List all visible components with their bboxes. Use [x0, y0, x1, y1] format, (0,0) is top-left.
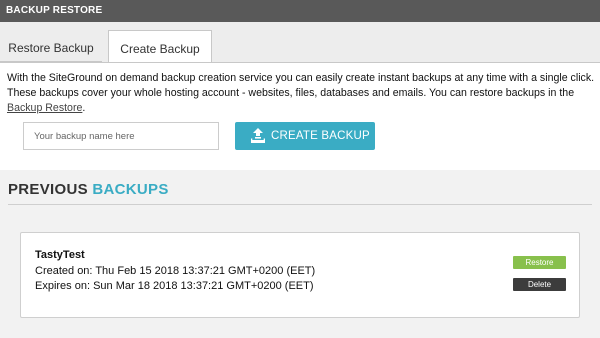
window-title: BACKUP RESTORE	[6, 5, 103, 16]
backup-restore-link[interactable]: Backup Restore	[7, 102, 82, 114]
tab-bar: Restore Backup Create Backup	[0, 22, 600, 63]
delete-button[interactable]: Delete	[513, 278, 566, 291]
tab-label: Restore Backup	[8, 41, 94, 55]
previous-backups-heading: PREVIOUS BACKUPS	[8, 181, 169, 198]
tab-restore-backup[interactable]: Restore Backup	[0, 30, 102, 62]
create-backup-label: CREATE BACKUP	[271, 130, 370, 142]
upload-icon	[251, 128, 265, 143]
section-divider	[8, 204, 592, 205]
backup-expiry-date: Expires on: Sun Mar 18 2018 13:37:21 GMT…	[35, 280, 314, 292]
description-text: With the SiteGround on demand backup cre…	[7, 72, 595, 99]
backup-created-date: Created on: Thu Feb 15 2018 13:37:21 GMT…	[35, 265, 316, 277]
backup-list-item: TastyTest Created on: Thu Feb 15 2018 13…	[20, 232, 580, 318]
create-backup-button[interactable]: CREATE BACKUP	[235, 122, 375, 150]
create-backup-panel: With the SiteGround on demand backup cre…	[0, 62, 600, 170]
backup-name: TastyTest	[35, 249, 85, 261]
tab-create-backup[interactable]: Create Backup	[108, 30, 212, 63]
restore-button[interactable]: Restore	[513, 256, 566, 269]
tab-label: Create Backup	[120, 42, 200, 56]
description-end: .	[82, 102, 86, 114]
window-titlebar: BACKUP RESTORE	[0, 0, 600, 22]
heading-prefix: PREVIOUS	[8, 181, 88, 198]
heading-accent: BACKUPS	[92, 181, 169, 198]
backup-name-input[interactable]	[23, 122, 219, 150]
create-backup-description: With the SiteGround on demand backup cre…	[7, 71, 595, 116]
